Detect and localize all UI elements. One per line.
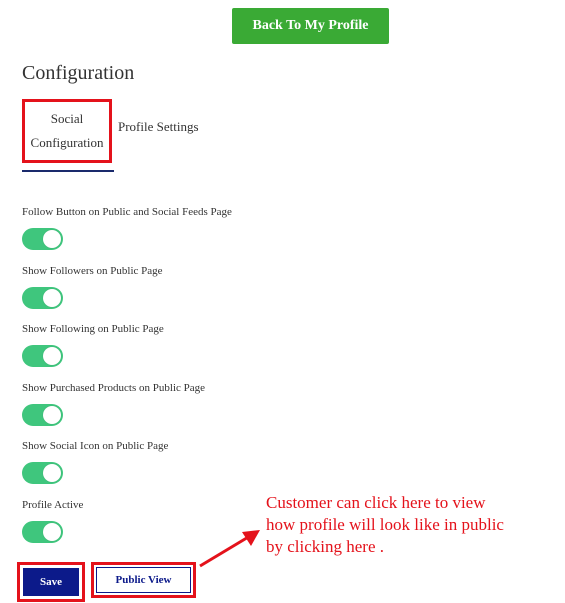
page-title: Configuration bbox=[22, 62, 135, 84]
active-tab-indicator bbox=[22, 170, 114, 172]
save-highlight-box: Save bbox=[17, 562, 85, 602]
annotation-line-2: how profile will look like in public bbox=[266, 515, 504, 534]
toggle-show-followers[interactable] bbox=[22, 287, 63, 309]
tab-profile-settings[interactable]: Profile Settings bbox=[118, 119, 199, 135]
toggle-show-social-icon[interactable] bbox=[22, 462, 63, 484]
toggle-show-following[interactable] bbox=[22, 345, 63, 367]
tab-social-configuration[interactable]: Social Configuration bbox=[22, 99, 112, 163]
setting-label-follow-button: Follow Button on Public and Social Feeds… bbox=[22, 206, 232, 218]
toggle-knob bbox=[43, 347, 61, 365]
save-button[interactable]: Save bbox=[23, 568, 79, 596]
tab-social-label-line2: Configuration bbox=[30, 135, 104, 150]
setting-label-show-purchased-products: Show Purchased Products on Public Page bbox=[22, 382, 206, 394]
public-view-button[interactable]: Public View bbox=[96, 567, 191, 593]
annotation-text: Customer can click here to view how prof… bbox=[266, 492, 562, 558]
toggle-knob bbox=[43, 523, 61, 541]
setting-label-show-followers: Show Followers on Public Page bbox=[22, 265, 163, 277]
toggle-knob bbox=[43, 406, 61, 424]
toggle-follow-button[interactable] bbox=[22, 228, 63, 250]
public-view-highlight-box: Public View bbox=[91, 562, 196, 598]
annotation-line-1: Customer can click here to view bbox=[266, 493, 486, 512]
annotation-arrow-icon bbox=[199, 530, 260, 568]
setting-label-show-social-icon: Show Social Icon on Public Page bbox=[22, 440, 169, 452]
setting-label-profile-active: Profile Active bbox=[22, 499, 84, 511]
annotation-line-3: by clicking here . bbox=[266, 537, 385, 556]
toggle-knob bbox=[43, 230, 61, 248]
toggle-knob bbox=[43, 289, 61, 307]
setting-label-show-following: Show Following on Public Page bbox=[22, 323, 164, 335]
toggle-profile-active[interactable] bbox=[22, 521, 63, 543]
back-to-profile-button[interactable]: Back To My Profile bbox=[232, 8, 389, 44]
toggle-knob bbox=[43, 464, 61, 482]
toggle-show-purchased-products[interactable] bbox=[22, 404, 63, 426]
tab-social-label-line1: Social bbox=[50, 111, 84, 126]
